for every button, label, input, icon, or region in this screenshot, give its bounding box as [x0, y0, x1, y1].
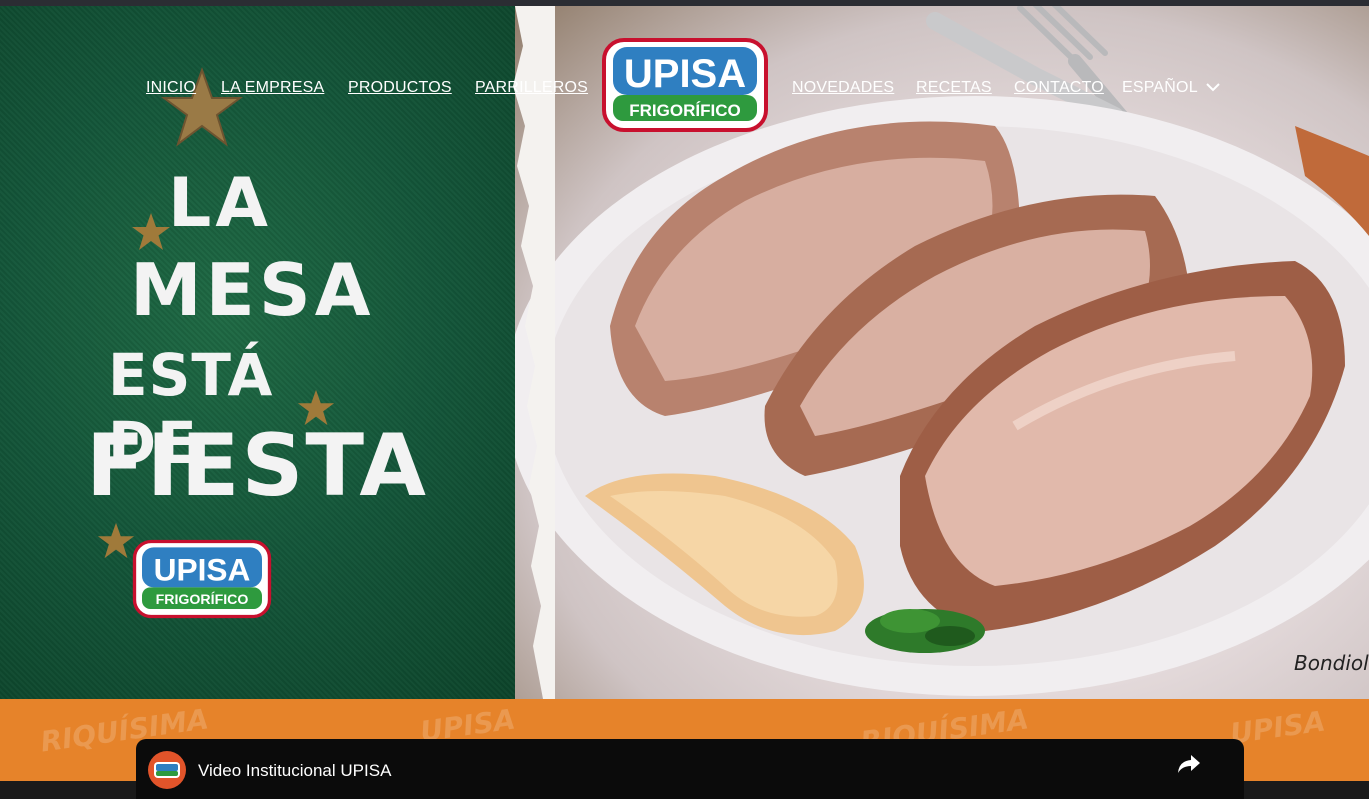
nav-contacto[interactable]: CONTACTO	[1014, 79, 1104, 97]
video-embed[interactable]: Video Institucional UPISA	[136, 739, 1244, 799]
hero-banner: Bondiola LA MESA ESTÁ DE FIESTA UPISA FR…	[0, 6, 1369, 699]
nav-novedades[interactable]: NOVEDADES	[792, 79, 894, 97]
brand-subtitle-small: FRIGORÍFICO	[156, 591, 249, 608]
nav-la-empresa[interactable]: LA EMPRESA	[221, 79, 324, 97]
language-label: ESPAÑOL	[1122, 79, 1198, 96]
language-selector[interactable]: ESPAÑOL	[1122, 79, 1220, 97]
nav-productos[interactable]: PRODUCTOS	[348, 79, 452, 97]
star-icon	[97, 522, 135, 559]
product-caption: Bondiola	[1294, 651, 1369, 675]
brand-subtitle: FRIGORÍFICO	[629, 101, 740, 120]
brand-name-small: UPISA	[154, 552, 251, 588]
pattern-text: UPISA	[1228, 704, 1328, 751]
star-icon	[132, 213, 170, 250]
torn-paper-edge	[513, 6, 555, 699]
brand-logo-small: UPISA FRIGORÍFICO	[132, 539, 272, 619]
chevron-down-icon	[1206, 83, 1220, 92]
share-icon[interactable]	[1176, 753, 1202, 775]
slogan-line-2: MESA	[130, 248, 375, 332]
brand-logo-mini	[154, 762, 180, 778]
nav-recetas[interactable]: RECETAS	[916, 79, 992, 97]
nav-parrilleros[interactable]: PARRILLEROS	[475, 79, 588, 97]
hero-slogan: LA MESA ESTÁ DE FIESTA UPISA FRIGORÍFICO	[60, 67, 426, 619]
video-title[interactable]: Video Institucional UPISA	[198, 761, 391, 781]
brand-name: UPISA	[624, 52, 746, 96]
slogan-line-4: FIESTA	[86, 416, 428, 516]
nav-inicio[interactable]: INICIO	[146, 79, 196, 97]
channel-avatar[interactable]	[148, 751, 186, 789]
slogan-line-1: LA	[168, 164, 272, 243]
brand-logo[interactable]: UPISA FRIGORÍFICO	[601, 37, 769, 133]
